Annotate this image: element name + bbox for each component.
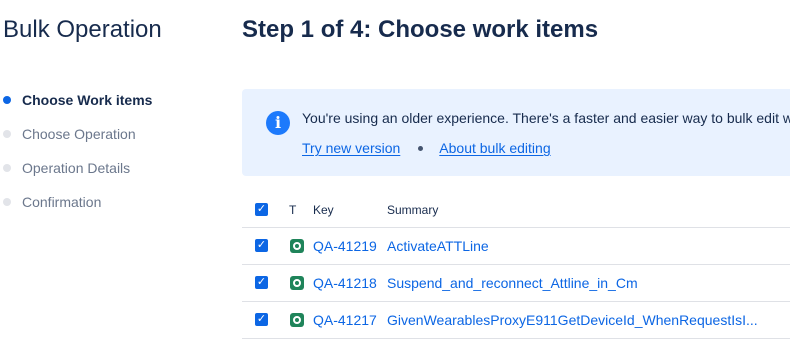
step-dot-icon bbox=[3, 164, 11, 172]
select-all-checkbox[interactable]: ✓ bbox=[255, 203, 268, 216]
step-label: Choose Work items bbox=[22, 92, 153, 108]
separator-dot-icon bbox=[418, 145, 424, 151]
info-icon: i bbox=[266, 111, 290, 135]
row-checkbox[interactable]: ✓ bbox=[255, 239, 268, 252]
page-title: Step 1 of 4: Choose work items bbox=[242, 16, 599, 43]
step-label: Choose Operation bbox=[22, 126, 136, 142]
issue-summary-link[interactable]: GivenWearablesProxyE911GetDeviceId_WhenR… bbox=[387, 302, 758, 338]
work-items-table: ✓ T Key Summary ✓ QA-41219 ActivateATTLi… bbox=[242, 193, 790, 339]
banner-message: You're using an older experience. There'… bbox=[302, 110, 790, 126]
info-banner: i You're using an older experience. Ther… bbox=[242, 89, 790, 176]
column-header-type: T bbox=[289, 203, 297, 217]
issue-summary-link[interactable]: Suspend_and_reconnect_Attline_in_Cm bbox=[387, 265, 638, 301]
table-row: ✓ QA-41217 GivenWearablesProxyE911GetDev… bbox=[242, 302, 790, 339]
test-issue-icon bbox=[290, 313, 304, 327]
step-list: Choose Work items Choose Operation Opera… bbox=[0, 88, 152, 224]
step-label: Confirmation bbox=[22, 194, 102, 210]
step-dot-icon bbox=[3, 130, 11, 138]
step-dot-icon bbox=[3, 198, 11, 206]
sidebar-title: Bulk Operation bbox=[3, 16, 162, 43]
step-operation-details: Operation Details bbox=[0, 156, 152, 190]
row-checkbox[interactable]: ✓ bbox=[255, 276, 268, 289]
row-checkbox[interactable]: ✓ bbox=[255, 313, 268, 326]
step-label: Operation Details bbox=[22, 160, 131, 176]
table-header: ✓ T Key Summary bbox=[242, 193, 790, 228]
step-choose-operation: Choose Operation bbox=[0, 122, 152, 156]
table-row: ✓ QA-41218 Suspend_and_reconnect_Attline… bbox=[242, 265, 790, 302]
banner-links: Try new version About bulk editing bbox=[302, 138, 551, 158]
step-confirmation: Confirmation bbox=[0, 190, 152, 224]
table-row: ✓ QA-41219 ActivateATTLine bbox=[242, 228, 790, 265]
step-active-dot-icon bbox=[3, 96, 11, 104]
column-header-key[interactable]: Key bbox=[313, 193, 334, 227]
column-header-summary[interactable]: Summary bbox=[387, 193, 438, 227]
issue-key-link[interactable]: QA-41219 bbox=[313, 228, 377, 264]
test-issue-icon bbox=[290, 276, 304, 290]
try-new-version-link[interactable]: Try new version bbox=[302, 140, 400, 156]
step-choose-work-items[interactable]: Choose Work items bbox=[0, 88, 152, 122]
issue-key-link[interactable]: QA-41218 bbox=[313, 265, 377, 301]
issue-key-link[interactable]: QA-41217 bbox=[313, 302, 377, 338]
issue-summary-link[interactable]: ActivateATTLine bbox=[387, 228, 489, 264]
test-issue-icon bbox=[290, 239, 304, 253]
about-bulk-editing-link[interactable]: About bulk editing bbox=[439, 140, 550, 156]
